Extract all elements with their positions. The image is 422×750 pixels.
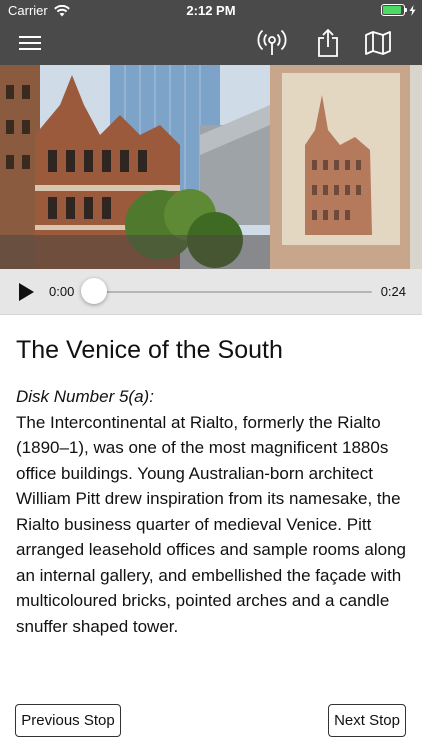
- battery-icon: [381, 4, 407, 16]
- play-icon: [19, 283, 34, 301]
- status-time: 2:12 PM: [186, 3, 236, 18]
- stop-title: The Venice of the South: [16, 336, 283, 364]
- status-right: [381, 4, 416, 16]
- broadcast-button[interactable]: [256, 28, 288, 58]
- hero-image: [0, 65, 422, 269]
- stop-description: Disk Number 5(a): The Intercontinental a…: [16, 384, 406, 639]
- map-button[interactable]: [362, 28, 394, 58]
- stop-body-text: The Intercontinental at Rialto, formerly…: [16, 412, 406, 636]
- next-stop-button[interactable]: Next Stop: [328, 704, 406, 737]
- duration-time: 0:24: [380, 284, 406, 299]
- progress-thumb[interactable]: [81, 278, 107, 304]
- current-time: 0:00: [49, 284, 75, 299]
- map-icon: [365, 31, 391, 55]
- play-button[interactable]: [16, 282, 36, 302]
- previous-stop-button[interactable]: Previous Stop: [15, 704, 121, 737]
- share-icon: [318, 29, 338, 57]
- audio-player: 0:00 0:24: [0, 269, 422, 315]
- menu-button[interactable]: [14, 28, 46, 58]
- status-bar: Carrier 2:12 PM: [0, 0, 422, 22]
- share-button[interactable]: [312, 28, 344, 58]
- rialto-building-photo: [0, 65, 422, 269]
- broadcast-icon: [257, 29, 287, 55]
- progress-track[interactable]: [94, 291, 372, 293]
- hamburger-menu-icon: [19, 36, 41, 50]
- charging-bolt-icon: [409, 4, 416, 16]
- navigation-bar: [0, 22, 422, 65]
- disk-number: Disk Number 5(a):: [16, 387, 154, 406]
